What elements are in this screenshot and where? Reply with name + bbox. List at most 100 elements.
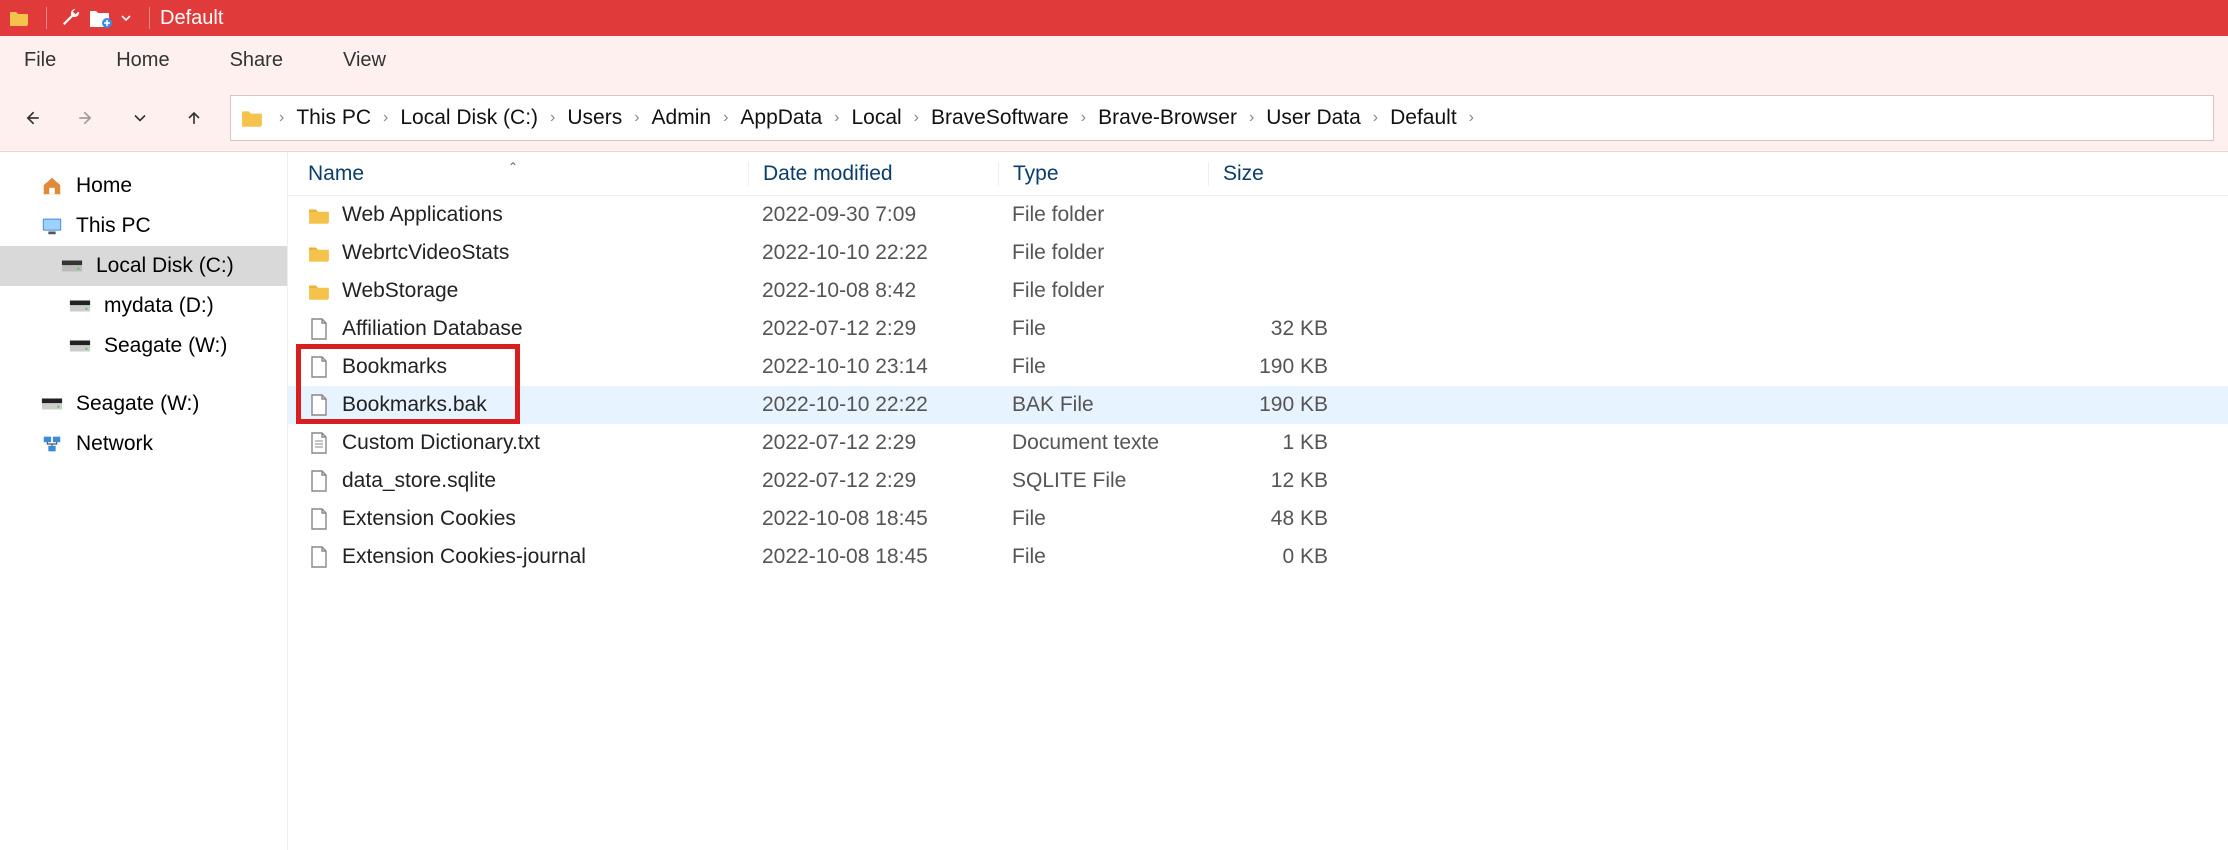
pc-icon [40, 214, 64, 238]
sidebar-item-home[interactable]: Home [0, 166, 287, 206]
breadcrumb-item[interactable]: This PC [296, 106, 371, 130]
sidebar-item-local-disk-c-[interactable]: Local Disk (C:) [0, 246, 287, 286]
file-row[interactable]: Bookmarks2022-10-10 23:14File190 KB [288, 348, 2228, 386]
file-rows: Web Applications2022-09-30 7:09File fold… [288, 196, 2228, 576]
wrench-icon[interactable] [57, 5, 83, 31]
chevron-right-icon[interactable]: › [634, 109, 639, 127]
file-type: SQLITE File [998, 469, 1208, 493]
breadcrumb-item[interactable]: Default [1390, 106, 1457, 130]
drive-icon [68, 294, 92, 318]
chevron-right-icon[interactable]: › [383, 109, 388, 127]
file-size: 48 KB [1208, 507, 1348, 531]
folder-icon [241, 109, 263, 127]
up-button[interactable] [176, 100, 212, 136]
breadcrumb-item[interactable]: AppData [740, 106, 822, 130]
breadcrumb-item[interactable]: User Data [1266, 106, 1361, 130]
sidebar-item-label: Seagate (W:) [104, 334, 227, 358]
sidebar: HomeThis PCLocal Disk (C:)mydata (D:) Sea… [0, 152, 288, 850]
file-name: WebrtcVideoStats [342, 241, 509, 265]
folder-icon [308, 204, 330, 226]
breadcrumb-item[interactable]: BraveSoftware [931, 106, 1069, 130]
address-bar[interactable]: › This PC › Local Disk (C:) › Users › Ad… [230, 95, 2214, 141]
file-date: 2022-07-12 2:29 [748, 317, 998, 341]
file-type: File [998, 317, 1208, 341]
file-date: 2022-10-08 18:45 [748, 507, 998, 531]
sort-caret-icon: ⌃ [508, 160, 518, 174]
breadcrumb-item[interactable]: Local [851, 106, 901, 130]
file-row[interactable]: data_store.sqlite2022-07-12 2:29SQLITE F… [288, 462, 2228, 500]
file-row[interactable]: WebrtcVideoStats 2022-10-10 22:22File fol… [288, 234, 2228, 272]
chevron-right-icon[interactable]: › [1081, 109, 1086, 127]
file-icon [308, 318, 330, 340]
chevron-right-icon[interactable]: › [834, 109, 839, 127]
folder-icon [308, 242, 330, 264]
titlebar: Default [0, 0, 2228, 36]
tab-share[interactable]: Share [230, 49, 283, 72]
file-size: 0 KB [1208, 545, 1348, 569]
file-row[interactable]: Bookmarks.bak2022-10-10 22:22BAK File190… [288, 386, 2228, 424]
tab-home[interactable]: Home [116, 49, 169, 72]
breadcrumb-item[interactable]: Local Disk (C:) [400, 106, 538, 130]
breadcrumb-item[interactable]: Users [567, 106, 622, 130]
forward-button[interactable] [68, 100, 104, 136]
file-icon [308, 546, 330, 568]
sidebar-item-seagate-w-[interactable]: Seagate (W:) [0, 384, 287, 424]
file-row[interactable]: Extension Cookies-journal2022-10-08 18:4… [288, 538, 2228, 576]
chevron-right-icon[interactable]: › [1373, 109, 1378, 127]
file-date: 2022-10-10 23:14 [748, 355, 998, 379]
file-row[interactable]: Web Applications2022-09-30 7:09File fold… [288, 196, 2228, 234]
tab-file[interactable]: File [24, 49, 56, 72]
file-row[interactable]: Extension Cookies 2022-10-08 18:45File48 … [288, 500, 2228, 538]
disk-icon [60, 254, 84, 278]
file-icon [308, 470, 330, 492]
chevron-right-icon[interactable]: › [723, 109, 728, 127]
file-type: Document texte [998, 431, 1208, 455]
chevron-down-icon[interactable] [117, 5, 135, 31]
recent-dropdown[interactable] [122, 100, 158, 136]
column-name[interactable]: ⌃ Name [288, 162, 748, 186]
chevron-right-icon[interactable]: › [279, 109, 284, 127]
window-title: Default [160, 7, 223, 30]
file-date: 2022-07-12 2:29 [748, 469, 998, 493]
file-type: BAK File [998, 393, 1208, 417]
sidebar-item-mydata-d-[interactable]: mydata (D:) [0, 286, 287, 326]
column-type[interactable]: Type [998, 162, 1208, 186]
column-size[interactable]: Size [1208, 162, 1348, 186]
file-row[interactable]: WebStorage2022-10-08 8:42File folder [288, 272, 2228, 310]
chevron-right-icon[interactable]: › [550, 109, 555, 127]
sidebar-item-network[interactable]: Network [0, 424, 287, 464]
column-name-label: Name [308, 162, 364, 185]
home-icon [40, 174, 64, 198]
new-folder-icon[interactable] [87, 5, 113, 31]
file-date: 2022-10-10 22:22 [748, 241, 998, 265]
sidebar-item-this-pc[interactable]: This PC [0, 206, 287, 246]
file-row[interactable]: Affiliation Database2022-07-12 2:29File3… [288, 310, 2228, 348]
chevron-right-icon[interactable]: › [914, 109, 919, 127]
file-type: File folder [998, 241, 1208, 265]
breadcrumb-item[interactable]: Brave-Browser [1098, 106, 1237, 130]
content: HomeThis PCLocal Disk (C:)mydata (D:) Sea… [0, 152, 2228, 850]
file-name: Extension Cookies [342, 507, 516, 531]
network-icon [40, 432, 64, 456]
file-name: Web Applications [342, 203, 503, 227]
file-type: File [998, 507, 1208, 531]
file-date: 2022-10-08 18:45 [748, 545, 998, 569]
chevron-right-icon[interactable]: › [1249, 109, 1254, 127]
folder-icon [6, 5, 32, 31]
tab-view[interactable]: View [343, 49, 386, 72]
drive-icon [40, 392, 64, 416]
file-size: 190 KB [1208, 355, 1348, 379]
file-name: Affiliation Database [342, 317, 523, 341]
file-size: 12 KB [1208, 469, 1348, 493]
chevron-right-icon[interactable]: › [1469, 109, 1474, 127]
file-name: Custom Dictionary.txt [342, 431, 540, 455]
column-headers: ⌃ Name Date modified Type Size [288, 152, 2228, 196]
back-button[interactable] [14, 100, 50, 136]
sidebar-item-seagate-w-[interactable]: Seagate (W:) [0, 326, 287, 366]
breadcrumb-item[interactable]: Admin [652, 106, 712, 130]
column-date[interactable]: Date modified [748, 162, 998, 186]
file-row[interactable]: Custom Dictionary.txt2022-07-12 2:29Docu… [288, 424, 2228, 462]
sidebar-item-label: Network [76, 432, 153, 456]
file-icon [308, 394, 330, 416]
divider [46, 7, 47, 29]
